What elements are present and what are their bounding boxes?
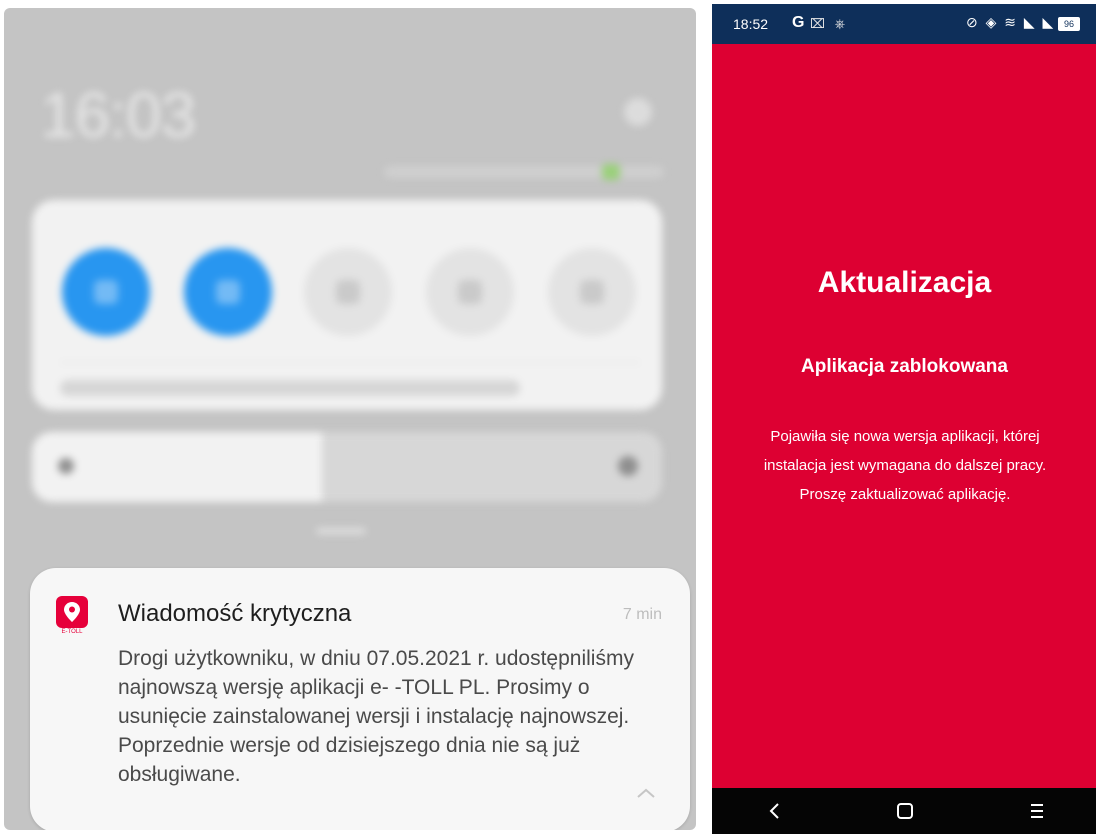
divider <box>60 362 640 363</box>
brightness-high-icon <box>618 456 638 476</box>
battery-icon <box>602 164 620 180</box>
gear-icon[interactable] <box>624 98 652 126</box>
phone-screenshot: 18:52 G ⌧ ⎈ ⊘ ◈ ≋ ◣ ◣ 96 Aktualizacja Ap… <box>712 4 1096 834</box>
screenshot-icon <box>580 280 604 304</box>
notification-card[interactable]: E-TOLL Wiadomość krytyczna 7 min Drogi u… <box>30 568 690 830</box>
status-icons-strip <box>384 166 664 178</box>
map-pin-icon <box>64 602 80 622</box>
recents-icon[interactable] <box>1026 800 1048 822</box>
e-toll-app-icon <box>56 596 88 628</box>
lock-time: 16:03 <box>40 79 196 151</box>
quick-tile-flashlight[interactable] <box>304 248 392 336</box>
battery-icon: 96 <box>1058 17 1080 31</box>
vibrate-icon <box>458 280 482 304</box>
flashlight-icon <box>336 280 360 304</box>
page-title: Aktualizacja <box>817 266 992 299</box>
page-subtitle: Aplikacja zablokowana <box>801 356 1008 377</box>
brightness-track <box>322 432 662 502</box>
notification-body: Drogi użytkowniku, w dniu 07.05.2021 r. … <box>118 647 634 786</box>
quick-tile-wifi[interactable] <box>184 248 272 336</box>
notification-title: Wiadomość krytyczna <box>118 600 352 627</box>
notification-time: 7 min <box>622 606 662 623</box>
home-icon[interactable] <box>894 800 916 822</box>
shade-drag-handle[interactable] <box>316 528 366 534</box>
update-message: Pojawiła się nowa wersja aplikacji, któr… <box>763 428 1047 503</box>
update-screen: Aktualizacja Aplikacja zablokowana Pojaw… <box>712 44 1096 788</box>
data-usage-row <box>60 380 520 396</box>
quick-settings-panel <box>32 200 662 410</box>
back-icon[interactable] <box>764 800 786 822</box>
brightness-low-icon <box>58 458 74 474</box>
status-time: 18:52 <box>733 16 769 32</box>
brightness-slider[interactable] <box>32 432 662 502</box>
notification-shade-screenshot: 16:03 E-TOLL Wiadomość krytyczna 7 min D… <box>4 8 696 830</box>
quick-tile-vibrate[interactable] <box>426 248 514 336</box>
quick-tile-pencil[interactable] <box>62 248 150 336</box>
navigation-bar <box>712 788 1096 834</box>
chevron-up-icon[interactable] <box>636 786 656 804</box>
app-icon-caption: E-TOLL <box>61 629 83 635</box>
pencil-icon <box>94 280 118 304</box>
status-bar: 18:52 G ⌧ ⎈ ⊘ ◈ ≋ ◣ ◣ 96 <box>712 4 1096 44</box>
wifi-icon <box>216 280 240 304</box>
google-icon: G <box>792 14 805 31</box>
status-notification-icons: ⌧ ⎈ <box>810 16 848 31</box>
quick-tile-screenshot[interactable] <box>548 248 636 336</box>
status-system-icons: ⊘ ◈ ≋ ◣ ◣ <box>966 14 1056 30</box>
